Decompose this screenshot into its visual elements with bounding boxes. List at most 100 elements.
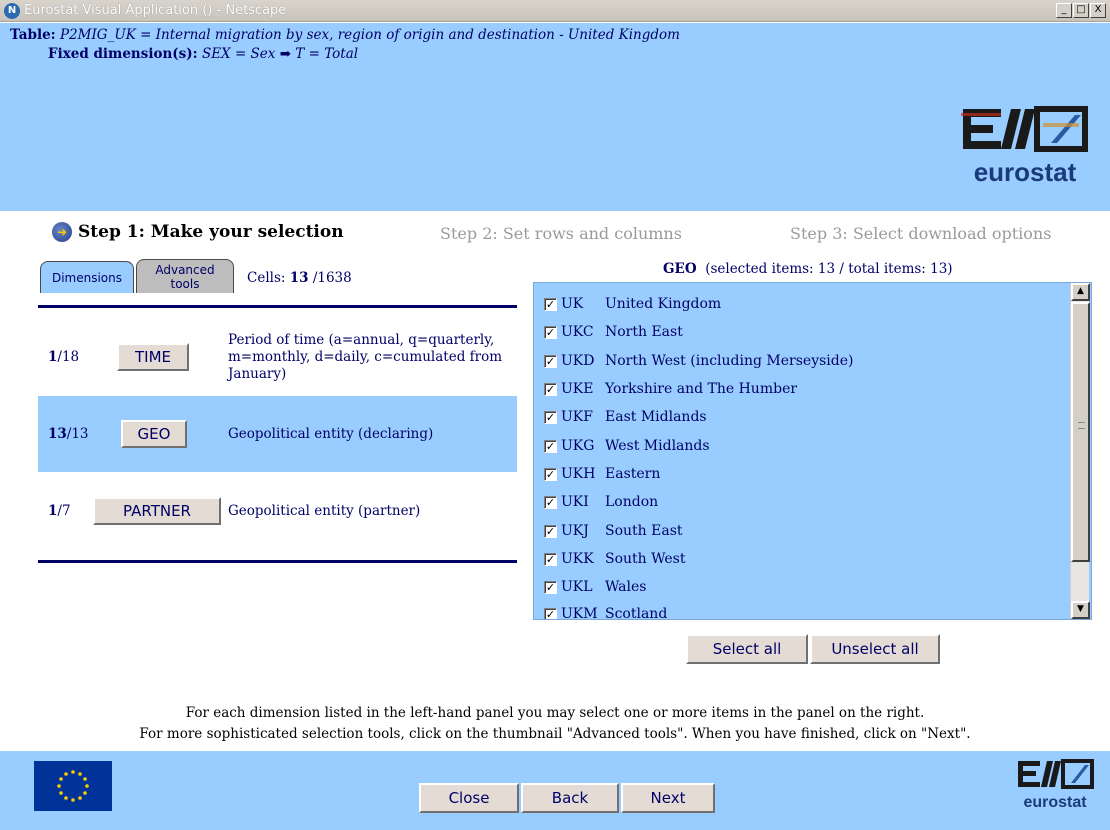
- item-code: UKG: [561, 438, 595, 454]
- divider-top: [38, 305, 517, 308]
- checkbox-checked[interactable]: ✓: [544, 467, 557, 481]
- checkbox-checked[interactable]: ✓: [544, 325, 557, 339]
- checkbox-checked[interactable]: ✓: [544, 410, 557, 424]
- svg-text:eurostat: eurostat: [974, 157, 1077, 187]
- grip-icon: [1078, 422, 1085, 429]
- table-title: Table: P2MIG_UK = Internal migration by …: [10, 27, 680, 43]
- dimension-row-time: 1/18 TIME Period of time (a=annual, q=qu…: [38, 318, 517, 396]
- step-2-label: Step 2: Set rows and columns: [440, 224, 682, 243]
- scroll-up-icon[interactable]: ▲: [1071, 283, 1090, 301]
- checkbox-checked[interactable]: ✓: [544, 552, 557, 566]
- dimension-row-geo: 13/13 GEO Geopolitical entity (declaring…: [38, 396, 517, 472]
- item-code: UKC: [561, 324, 594, 340]
- item-code: UKE: [561, 381, 594, 397]
- item-code: UKL: [561, 579, 593, 595]
- unselect-all-button[interactable]: Unselect all: [810, 634, 940, 664]
- tab-dimensions[interactable]: Dimensions: [40, 261, 134, 293]
- dimension-selected-count: 1: [48, 503, 58, 519]
- minimize-button[interactable]: _: [1056, 3, 1072, 18]
- checkbox-checked[interactable]: ✓: [544, 607, 557, 619]
- next-button[interactable]: Next: [621, 783, 715, 813]
- table-label: Table:: [10, 27, 56, 43]
- item-name: Yorkshire and The Humber: [605, 381, 798, 397]
- checkbox-checked[interactable]: ✓: [544, 297, 557, 311]
- dimension-row-partner: 1/7 PARTNER Geopolitical entity (partner…: [38, 472, 517, 550]
- divider-bottom: [38, 560, 517, 563]
- list-item[interactable]: ✓ UKE Yorkshire and The Humber: [544, 379, 797, 399]
- geo-list-scrollbar[interactable]: ▲ ▼: [1070, 283, 1090, 619]
- close-window-button[interactable]: X: [1090, 3, 1106, 18]
- instructions-line-1: For each dimension listed in the left-ha…: [185, 705, 925, 721]
- list-item[interactable]: ✓ UKJ South East: [544, 521, 683, 541]
- tab-advanced-tools-label: Advanced tools: [155, 262, 215, 291]
- dimension-count: 13/13: [48, 426, 89, 442]
- list-item[interactable]: ✓ UKM Scotland: [544, 604, 668, 620]
- item-name: Wales: [605, 579, 647, 595]
- dimension-description: Geopolitical entity (declaring): [228, 425, 434, 442]
- geo-item-list[interactable]: ✓ UK United Kingdom ✓ UKC North East ✓ U…: [533, 282, 1092, 620]
- checkbox-checked[interactable]: ✓: [544, 354, 557, 368]
- item-code: UKJ: [561, 523, 589, 539]
- list-item[interactable]: ✓ UKC North East: [544, 322, 683, 342]
- scroll-down-icon[interactable]: ▼: [1071, 601, 1090, 619]
- dimension-selected-count: 1: [48, 349, 58, 365]
- checkbox-checked[interactable]: ✓: [544, 439, 557, 453]
- dimension-count: 1/7: [48, 503, 71, 519]
- step-1-label: Step 1: Make your selection: [78, 222, 344, 242]
- partner-dimension-button[interactable]: PARTNER: [93, 497, 221, 525]
- scrollbar-thumb[interactable]: [1071, 302, 1090, 562]
- instructions-line-2: For more sophisticated selection tools, …: [139, 726, 971, 742]
- list-item[interactable]: ✓ UKK South West: [544, 549, 685, 569]
- dimension-total-count: /7: [57, 503, 71, 519]
- cells-selected: 13: [289, 270, 309, 286]
- list-item[interactable]: ✓ UKF East Midlands: [544, 407, 707, 427]
- item-name: London: [605, 494, 659, 510]
- item-name: West Midlands: [605, 438, 710, 454]
- footer-bar: Close Back Next eurostat: [0, 749, 1110, 830]
- list-item[interactable]: ✓ UKG West Midlands: [544, 436, 710, 456]
- item-code: UKD: [561, 353, 595, 369]
- window-title: Eurostat Visual Application () - Netscap…: [24, 3, 287, 18]
- fixed-text: SEX = Sex ➡ T = Total: [201, 46, 359, 62]
- dimension-total-count: /18: [57, 349, 80, 365]
- back-button[interactable]: Back: [521, 783, 619, 813]
- item-name: South West: [605, 551, 686, 567]
- eu-flag-icon: [34, 761, 112, 811]
- time-dimension-button[interactable]: TIME: [117, 343, 189, 371]
- checkbox-checked[interactable]: ✓: [544, 580, 557, 594]
- dimension-total-count: /13: [66, 426, 89, 442]
- fixed-dimensions: Fixed dimension(s): SEX = Sex ➡ T = Tota…: [48, 46, 358, 62]
- item-code: UKM: [561, 606, 598, 620]
- item-code: UKH: [561, 466, 596, 482]
- list-item[interactable]: ✓ UKD North West (including Merseyside): [544, 351, 853, 371]
- tab-advanced-tools[interactable]: Advanced tools: [136, 259, 234, 293]
- list-item[interactable]: ✓ UKH Eastern: [544, 464, 660, 484]
- list-item[interactable]: ✓ UKI London: [544, 492, 658, 512]
- dimension-count: 1/18: [48, 349, 79, 365]
- geo-dimension-button[interactable]: GEO: [121, 420, 187, 448]
- eurostat-logo-small: eurostat: [1018, 759, 1094, 811]
- list-item[interactable]: ✓ UK United Kingdom: [544, 294, 721, 314]
- dimension-selected-count: 13: [48, 426, 67, 442]
- table-header: Table: P2MIG_UK = Internal migration by …: [0, 23, 1110, 213]
- window-title-bar: N Eurostat Visual Application () - Netsc…: [0, 0, 1110, 22]
- eurostat-logo: eurostat: [961, 106, 1088, 187]
- geo-summary: (selected items: 13 / total items: 13): [705, 261, 953, 277]
- close-button[interactable]: Close: [419, 783, 519, 813]
- svg-text:eurostat: eurostat: [1023, 794, 1087, 811]
- cells-label: Cells:: [247, 270, 286, 286]
- item-name: Scotland: [605, 606, 668, 620]
- list-item[interactable]: ✓ UKL Wales: [544, 577, 646, 597]
- step-1-heading: ➜ Step 1: Make your selection: [52, 222, 344, 242]
- maximize-button[interactable]: □: [1073, 3, 1089, 18]
- checkbox-checked[interactable]: ✓: [544, 495, 557, 509]
- instructions: For each dimension listed in the left-ha…: [0, 703, 1110, 745]
- cells-total: /1638: [312, 270, 352, 286]
- item-name: United Kingdom: [605, 296, 722, 312]
- dimension-description: Period of time (a=annual, q=quarterly, m…: [228, 331, 503, 382]
- checkbox-checked[interactable]: ✓: [544, 524, 557, 538]
- geo-heading-label: GEO: [663, 261, 697, 277]
- item-name: South East: [605, 523, 683, 539]
- select-all-button[interactable]: Select all: [686, 634, 808, 664]
- checkbox-checked[interactable]: ✓: [544, 382, 557, 396]
